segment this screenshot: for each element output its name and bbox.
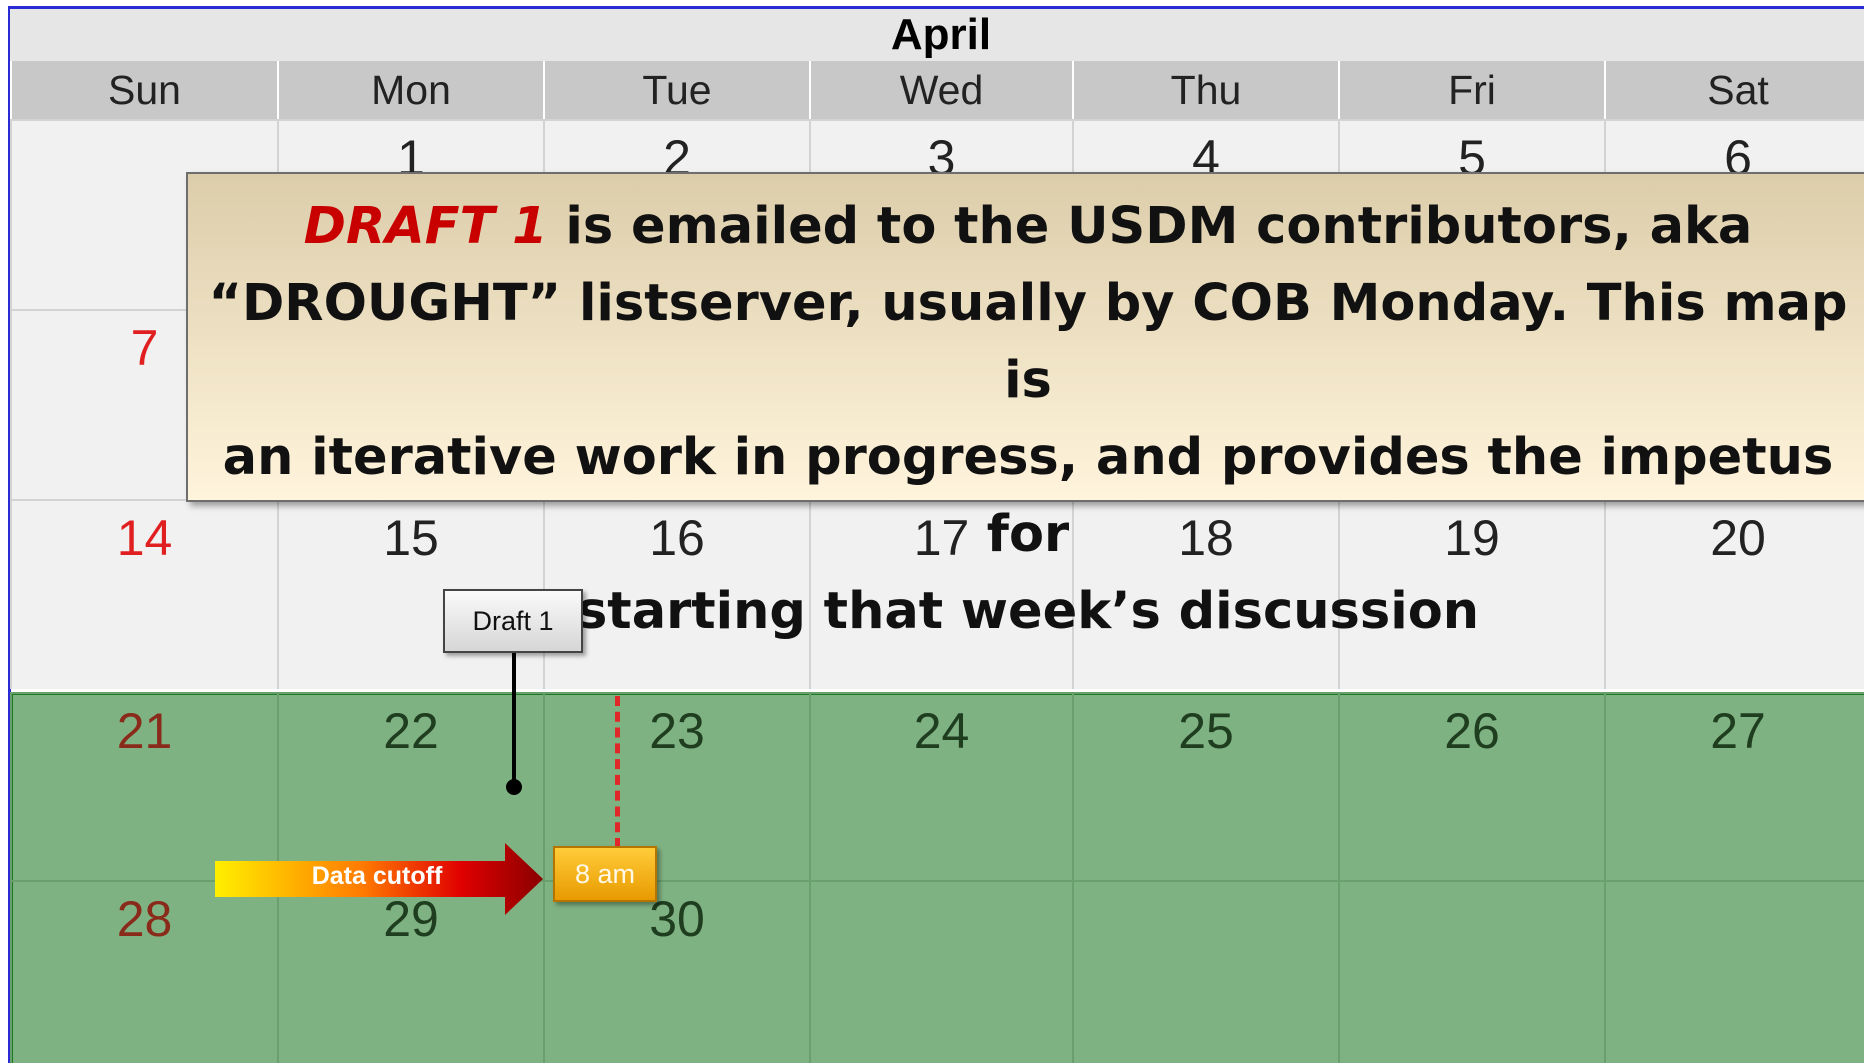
8am-marker: 8 am <box>553 846 657 902</box>
draft-callout: DRAFT 1 is emailed to the USDM contribut… <box>186 172 1864 641</box>
day-cell <box>1604 880 1864 1063</box>
month-title: April <box>10 9 1864 61</box>
weekday-tue: Tue <box>543 61 809 119</box>
callout-line-1: is emailed to the USDM contributors, aka <box>547 197 1753 256</box>
callout-line-3: an iterative work in progress, and provi… <box>222 428 1834 564</box>
day-cell <box>1338 880 1604 1063</box>
day-cell: 24 <box>809 692 1072 882</box>
cutoff-dashed-line <box>615 696 620 848</box>
weekday-sat: Sat <box>1604 61 1864 119</box>
callout-line-2: “DROUGHT” listserver, usually by COB Mon… <box>208 274 1848 410</box>
day-cell: 26 <box>1338 692 1604 882</box>
draft-marker-dot <box>506 779 522 795</box>
draft-marker-stem <box>512 653 516 787</box>
weekday-thu: Thu <box>1072 61 1338 119</box>
draft-1-marker: Draft 1 <box>443 589 583 653</box>
day-cell <box>1072 880 1338 1063</box>
day-cell: 27 <box>1604 692 1864 882</box>
weekday-sun: Sun <box>10 61 277 119</box>
callout-highlight: DRAFT 1 <box>303 197 548 256</box>
weekday-wed: Wed <box>809 61 1072 119</box>
callout-text: DRAFT 1 is emailed to the USDM contribut… <box>208 188 1848 650</box>
data-cutoff-label: Data cutoff <box>311 862 443 890</box>
weekday-fri: Fri <box>1338 61 1604 119</box>
weekday-mon: Mon <box>277 61 543 119</box>
day-cell: 25 <box>1072 692 1338 882</box>
day-cell: 30 <box>543 880 809 1063</box>
calendar: April Sun Mon Tue Wed Thu Fri Sat 1 2 3 4 5 6 7 14 15 1… <box>0 0 1864 1063</box>
day-cell <box>809 880 1072 1063</box>
